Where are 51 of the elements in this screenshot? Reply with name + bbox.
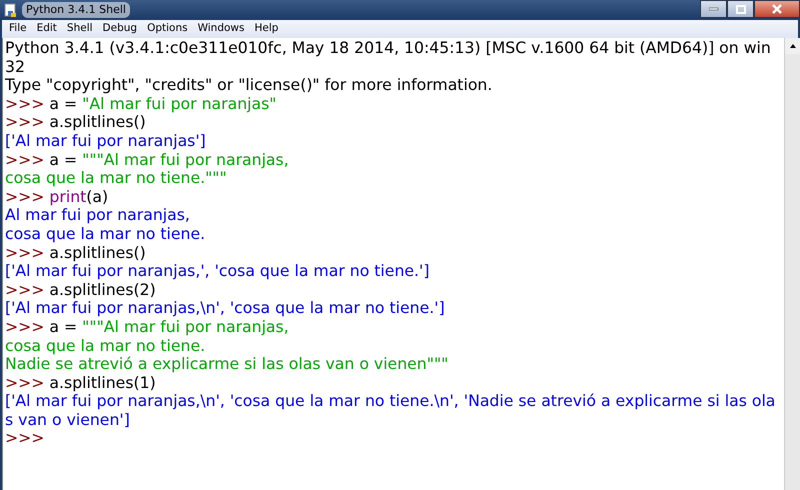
code-text: (a) (86, 186, 108, 206)
menu-item[interactable]: File (4, 20, 32, 38)
output-text: cosa que la mar no tiene. (5, 224, 206, 243)
string-literal: cosa que la mar no tiene. (5, 336, 206, 354)
code-text: a.splitlines(2) (49, 280, 156, 299)
code-text: a = (49, 150, 78, 169)
menu-item[interactable]: Windows (192, 20, 250, 38)
string-literal: Nadie se atrevió a explicarme si las olas van o vienen""" (5, 354, 448, 374)
output-text: Type "copyright", "credits" or "license()" for more information. (5, 75, 492, 94)
prompt-text: >>> (5, 428, 44, 448)
code-text: a.splitlines() (49, 242, 146, 262)
output-text: s van o vienen'] (5, 410, 130, 429)
close-button[interactable] (754, 0, 800, 18)
close-icon (771, 4, 783, 14)
prompt-text: >>> (5, 94, 46, 113)
minimize-button[interactable] (700, 0, 727, 18)
output-text: 32 (5, 56, 25, 76)
scroll-up-button[interactable] (785, 38, 800, 54)
output-text: ['Al mar fui por naranjas,\n', 'cosa que la mar no tiene.'] (5, 298, 445, 318)
string-literal: """Al mar fui por naranjas, (82, 316, 289, 336)
menu-item[interactable]: Debug (98, 20, 142, 38)
up-arrow-icon (790, 44, 796, 48)
prompt-text: >>> (5, 186, 46, 206)
code-text: a = (49, 94, 78, 113)
prompt-text: >>> (5, 242, 46, 262)
prompt-text: >>> (5, 372, 46, 392)
output-text: Al mar fui por naranjas, (5, 205, 190, 224)
prompt-text: >>> (5, 150, 46, 169)
string-literal: """Al mar fui por naranjas, (82, 150, 289, 169)
code-text: a = (49, 316, 78, 336)
output-text: ['Al mar fui por naranjas,\n', 'cosa que la mar no tiene.\n', 'Nadie se atrevió a explicarme si las ola (5, 391, 776, 410)
maximize-button[interactable] (727, 0, 754, 18)
prompt-text: >>> (5, 112, 46, 132)
python-app-icon (4, 3, 18, 17)
string-literal: "Al mar fui por naranjas" (82, 94, 277, 113)
menu-item[interactable]: Edit (32, 20, 62, 38)
maximize-icon (736, 4, 746, 14)
output-text: ['Al mar fui por naranjas'] (5, 130, 206, 150)
prompt-text: >>> (5, 280, 46, 299)
menu-item[interactable]: Help (249, 20, 284, 38)
menu-item[interactable]: Options (142, 20, 193, 38)
string-literal: cosa que la mar no tiene.""" (5, 168, 227, 188)
builtin-name: print (49, 186, 86, 206)
code-text: a.splitlines(1) (49, 372, 156, 392)
output-text: Python 3.4.1 (v3.4.1:c0e311e010fc, May 18 2014, 10:45:13) [MSC v.1600 64 bit (AMD64)] on win (5, 38, 771, 57)
code-text: a.splitlines() (49, 112, 146, 132)
window-title: Python 3.4.1 Shell (22, 2, 130, 18)
menu-item[interactable]: Shell (62, 20, 98, 38)
output-text: ['Al mar fui por naranjas,', 'cosa que la mar no tiene.'] (5, 261, 430, 280)
minimize-icon (708, 7, 718, 11)
prompt-text: >>> (5, 316, 46, 336)
